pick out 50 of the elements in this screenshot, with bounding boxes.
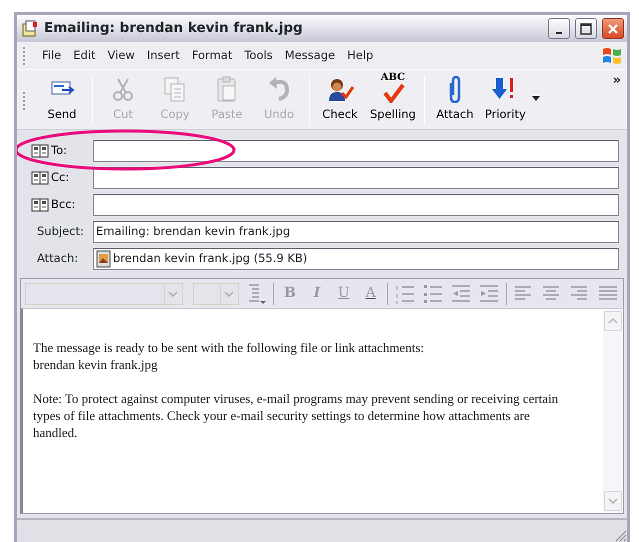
attach-button[interactable]: Attach xyxy=(428,74,481,127)
scroll-up-button[interactable] xyxy=(604,311,622,331)
close-button[interactable] xyxy=(602,18,624,39)
spelling-button[interactable]: ABC Spelling xyxy=(366,74,420,127)
minimize-icon xyxy=(556,32,562,34)
menu-item[interactable]: Insert xyxy=(140,46,186,64)
address-book-button[interactable]: Bcc: xyxy=(27,196,93,214)
close-icon xyxy=(607,22,619,34)
font-dropdown[interactable] xyxy=(25,282,183,304)
address-field[interactable] xyxy=(93,167,619,189)
minimize-button[interactable] xyxy=(548,18,570,39)
menu-item[interactable]: View xyxy=(102,46,141,64)
address-book-button[interactable]: Cc: xyxy=(27,169,93,187)
dropdown-caret-icon xyxy=(532,96,540,101)
message-text: brendan kevin frank.jpg xyxy=(33,357,158,372)
font-size-dropdown[interactable] xyxy=(192,282,239,304)
menu-item[interactable]: Tools xyxy=(238,46,279,64)
address-field[interactable] xyxy=(93,140,619,162)
attachment-field[interactable]: brendan kevin frank.jpg (55.9 KB) xyxy=(93,248,619,270)
message-text: Note: To protect against computer viruses, e-mail programs may prevent sending or receiving certain types of file attachments. Check your e-mail security settings to determine how attachments are handled. xyxy=(33,391,558,440)
address-book-icon xyxy=(31,144,49,158)
subject-field[interactable]: Emailing: brendan kevin frank.jpg xyxy=(93,221,619,243)
menu-item[interactable]: File xyxy=(36,46,68,64)
menu-item[interactable]: Format xyxy=(186,46,238,64)
image-file-icon xyxy=(96,250,112,268)
more-tools-chevron[interactable]: » xyxy=(612,74,621,87)
field-label: Attach: xyxy=(37,250,78,268)
menu-item[interactable]: Message xyxy=(278,46,342,64)
address-field[interactable] xyxy=(93,194,619,216)
caret-icon xyxy=(224,290,234,296)
address-book-button[interactable]: To: xyxy=(27,142,93,160)
menu-item[interactable]: Edit xyxy=(67,46,102,64)
attachment-name[interactable]: brendan kevin frank.jpg (55.9 KB) xyxy=(113,250,308,268)
address-book-icon xyxy=(31,198,49,212)
resize-grip-icon[interactable] xyxy=(615,530,627,542)
menu-item[interactable]: Help xyxy=(341,46,380,64)
scroll-down-button[interactable] xyxy=(604,491,622,511)
window-title: Emailing: brendan kevin frank.jpg xyxy=(44,19,304,38)
priority-button[interactable]: Priority xyxy=(480,74,544,127)
check-button[interactable]: Check xyxy=(314,74,366,127)
send-button[interactable]: Send xyxy=(36,74,88,127)
caret-icon xyxy=(168,290,178,296)
scrollbar[interactable] xyxy=(603,309,623,513)
message-text: The message is ready to be sent with the following file or link attachments: xyxy=(33,340,424,355)
maximize-icon xyxy=(580,22,592,34)
address-book-icon xyxy=(31,171,49,185)
caret-icon xyxy=(608,498,618,504)
maximize-button[interactable] xyxy=(575,18,597,39)
message-icon xyxy=(21,20,39,38)
field-label: Subject: xyxy=(37,223,84,240)
